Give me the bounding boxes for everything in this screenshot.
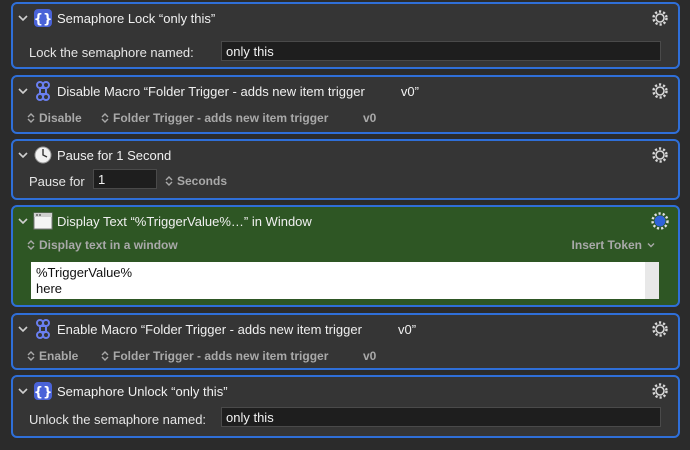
- action-pause[interactable]: Pause for 1 Second Pause for 1 Seconds: [11, 139, 680, 200]
- updown-chevron-icon: [27, 240, 35, 250]
- chevron-down-icon: [647, 243, 655, 248]
- chevron-down-icon[interactable]: [17, 323, 29, 335]
- action-header[interactable]: Disable Macro “Folder Trigger - adds new…: [13, 77, 678, 107]
- chevron-down-icon[interactable]: [17, 149, 29, 161]
- curly-braces-icon: {}: [33, 381, 53, 401]
- svg-text:{}: {}: [34, 385, 53, 400]
- action-display-text[interactable]: Display Text “%TriggerValue%…” in Window…: [11, 205, 680, 307]
- pause-duration-field[interactable]: 1: [93, 169, 157, 189]
- action-title: Enable Macro “Folder Trigger - adds new …: [57, 322, 417, 337]
- clock-icon: [33, 145, 53, 165]
- display-mode-popup[interactable]: Display text in a window: [27, 238, 178, 252]
- time-unit-popup[interactable]: Seconds: [165, 174, 227, 188]
- action-enable-macro[interactable]: Enable Macro “Folder Trigger - adds new …: [11, 313, 680, 370]
- macro-popup[interactable]: Folder Trigger - adds new item trigger: [101, 111, 328, 125]
- enabled-indicator-icon[interactable]: [650, 211, 670, 231]
- action-title: Semaphore Unlock “only this”: [57, 384, 228, 399]
- popup-value: Disable: [39, 111, 82, 125]
- action-semaphore-unlock[interactable]: {} Semaphore Unlock “only this” Unlock t…: [11, 375, 680, 438]
- display-text-area[interactable]: %TriggerValue% here: [31, 262, 645, 299]
- chevron-down-icon[interactable]: [17, 215, 29, 227]
- macro-popup[interactable]: Folder Trigger - adds new item trigger: [101, 349, 328, 363]
- gear-icon[interactable]: [650, 319, 670, 339]
- action-header[interactable]: Enable Macro “Folder Trigger - adds new …: [13, 315, 678, 345]
- curly-braces-icon: {}: [33, 8, 53, 28]
- command-key-icon: [33, 319, 53, 339]
- action-header[interactable]: {} Semaphore Lock “only this”: [13, 4, 678, 34]
- action-header[interactable]: Pause for 1 Second: [13, 141, 678, 171]
- updown-chevron-icon: [27, 351, 35, 361]
- action-title: Disable Macro “Folder Trigger - adds new…: [57, 84, 419, 99]
- semaphore-unlock-label: Unlock the semaphore named:: [29, 412, 207, 427]
- action-title: Pause for 1 Second: [57, 148, 172, 163]
- text-line: %TriggerValue%: [36, 265, 133, 280]
- action-title: Display Text “%TriggerValue%…” in Window: [57, 214, 312, 229]
- semaphore-name-field[interactable]: only this: [221, 41, 661, 61]
- text-scrollbar[interactable]: [645, 262, 659, 299]
- action-disable-macro[interactable]: Disable Macro “Folder Trigger - adds new…: [11, 75, 680, 134]
- updown-chevron-icon: [27, 113, 35, 123]
- gear-icon[interactable]: [650, 81, 670, 101]
- chevron-down-icon[interactable]: [17, 12, 29, 24]
- popup-value: Display text in a window: [39, 238, 178, 252]
- action-header[interactable]: {} Semaphore Unlock “only this”: [13, 377, 678, 407]
- updown-chevron-icon: [101, 113, 109, 123]
- chevron-down-icon[interactable]: [17, 85, 29, 97]
- enable-mode-popup[interactable]: Disable: [27, 111, 82, 125]
- enable-mode-popup[interactable]: Enable: [27, 349, 78, 363]
- chevron-down-icon[interactable]: [17, 385, 29, 397]
- action-title: Semaphore Lock “only this”: [57, 11, 216, 26]
- semaphore-lock-label: Lock the semaphore named:: [29, 45, 194, 60]
- window-icon: [33, 211, 53, 231]
- popup-value: Folder Trigger - adds new item trigger: [113, 349, 329, 363]
- gear-icon[interactable]: [650, 145, 670, 165]
- insert-token-menu[interactable]: Insert Token: [572, 238, 656, 252]
- gear-icon[interactable]: [650, 381, 670, 401]
- command-key-icon: [33, 81, 53, 101]
- macro-version: v0: [363, 111, 377, 125]
- text-line: here: [36, 281, 63, 296]
- svg-text:{}: {}: [34, 12, 53, 27]
- semaphore-name-field[interactable]: only this: [221, 407, 661, 427]
- insert-token-label: Insert Token: [571, 238, 642, 252]
- updown-chevron-icon: [101, 351, 109, 361]
- updown-chevron-icon: [165, 176, 173, 186]
- pause-for-label: Pause for: [29, 174, 85, 189]
- action-semaphore-lock[interactable]: {} Semaphore Lock “only this” Lock the s…: [11, 2, 680, 69]
- popup-value: Enable: [39, 349, 79, 363]
- popup-value: Folder Trigger - adds new item trigger: [113, 111, 329, 125]
- gear-icon[interactable]: [650, 8, 670, 28]
- macro-version: v0: [363, 349, 377, 363]
- popup-value: Seconds: [177, 174, 228, 188]
- action-header[interactable]: Display Text “%TriggerValue%…” in Window: [13, 207, 678, 237]
